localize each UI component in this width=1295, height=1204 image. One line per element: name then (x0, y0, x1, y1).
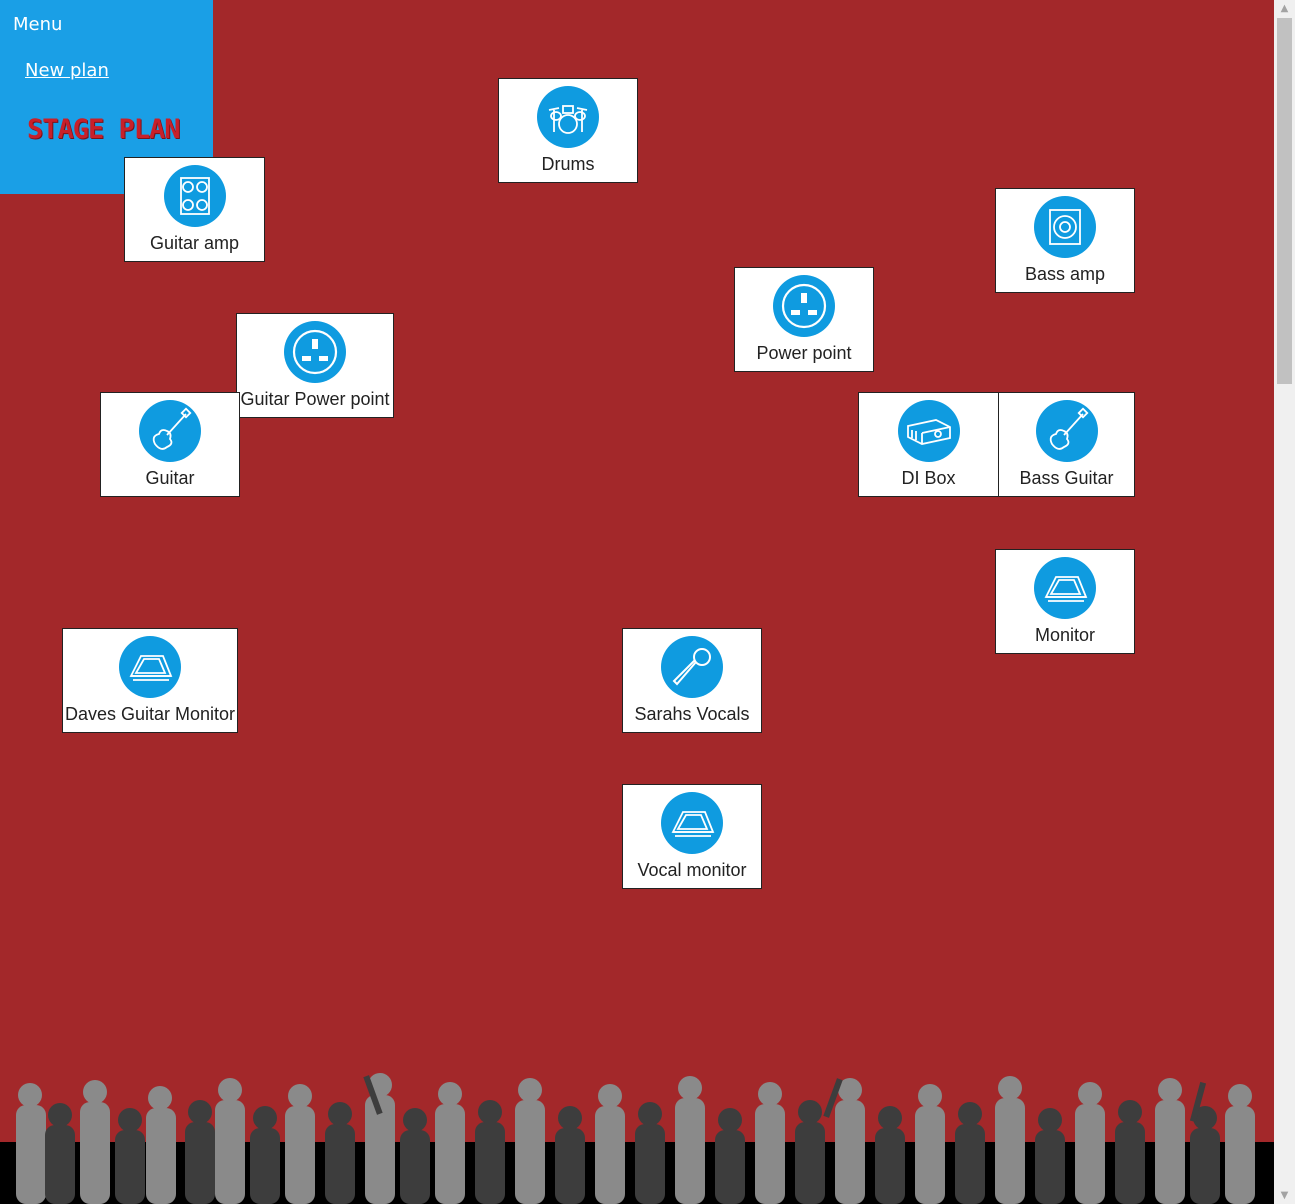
item-label: Monitor (1034, 625, 1096, 645)
power-socket-icon (284, 321, 346, 383)
drum-kit-icon (537, 86, 599, 148)
item-label: DI Box (901, 468, 956, 488)
stage-monitor-icon (1034, 557, 1096, 619)
stage-item-daves-guitar-monitor[interactable]: Daves Guitar Monitor (62, 628, 238, 733)
item-label: Guitar Power point (240, 389, 390, 409)
stage-item-guitar-amp[interactable]: Guitar amp (124, 157, 265, 262)
stage-item-bass-guitar[interactable]: Bass Guitar (998, 392, 1135, 497)
stage-item-bass-amp[interactable]: Bass amp (995, 188, 1135, 293)
stage-canvas[interactable]: Menu New plan STAGE PLAN Drums Guitar am… (0, 0, 1274, 1204)
item-label: Power point (756, 343, 852, 363)
item-label: Vocal monitor (637, 860, 747, 880)
stage-item-di-box[interactable]: DI Box (858, 392, 999, 497)
item-label: Bass amp (1024, 264, 1106, 284)
item-label: Daves Guitar Monitor (64, 704, 236, 724)
guitar-icon (139, 400, 201, 462)
item-label: Sarahs Vocals (634, 704, 750, 724)
stage-monitor-icon (119, 636, 181, 698)
vertical-scrollbar[interactable]: ▲ ▼ (1274, 0, 1295, 1204)
scroll-down-arrow-icon[interactable]: ▼ (1274, 1187, 1295, 1204)
stage-item-guitar-power-point[interactable]: Guitar Power point (236, 313, 394, 418)
guitar-icon (1035, 400, 1098, 462)
stage-item-sarahs-vocals[interactable]: Sarahs Vocals (622, 628, 762, 733)
crowd-silhouette (0, 1073, 1274, 1204)
scroll-up-arrow-icon[interactable]: ▲ (1274, 0, 1295, 17)
microphone-icon (661, 636, 723, 698)
menu-title: Menu (13, 14, 63, 35)
stage-item-monitor[interactable]: Monitor (995, 549, 1135, 654)
new-plan-link[interactable]: New plan (25, 60, 109, 81)
stage-item-power-point[interactable]: Power point (734, 267, 874, 372)
item-label: Guitar amp (149, 233, 240, 253)
stage-item-drums[interactable]: Drums (498, 78, 638, 183)
bass-amp-icon (1034, 196, 1096, 258)
stage-item-vocal-monitor[interactable]: Vocal monitor (622, 784, 762, 889)
item-label: Guitar (145, 468, 195, 488)
item-label: Drums (541, 154, 595, 174)
di-box-icon (897, 400, 960, 462)
power-socket-icon (773, 275, 835, 337)
stage-plan-logo: STAGE PLAN (27, 114, 181, 145)
item-label: Bass Guitar (1019, 468, 1114, 488)
scrollbar-thumb[interactable] (1277, 18, 1292, 384)
guitar-amp-icon (163, 165, 226, 227)
stage-item-guitar[interactable]: Guitar (100, 392, 240, 497)
stage-monitor-icon (661, 792, 723, 854)
